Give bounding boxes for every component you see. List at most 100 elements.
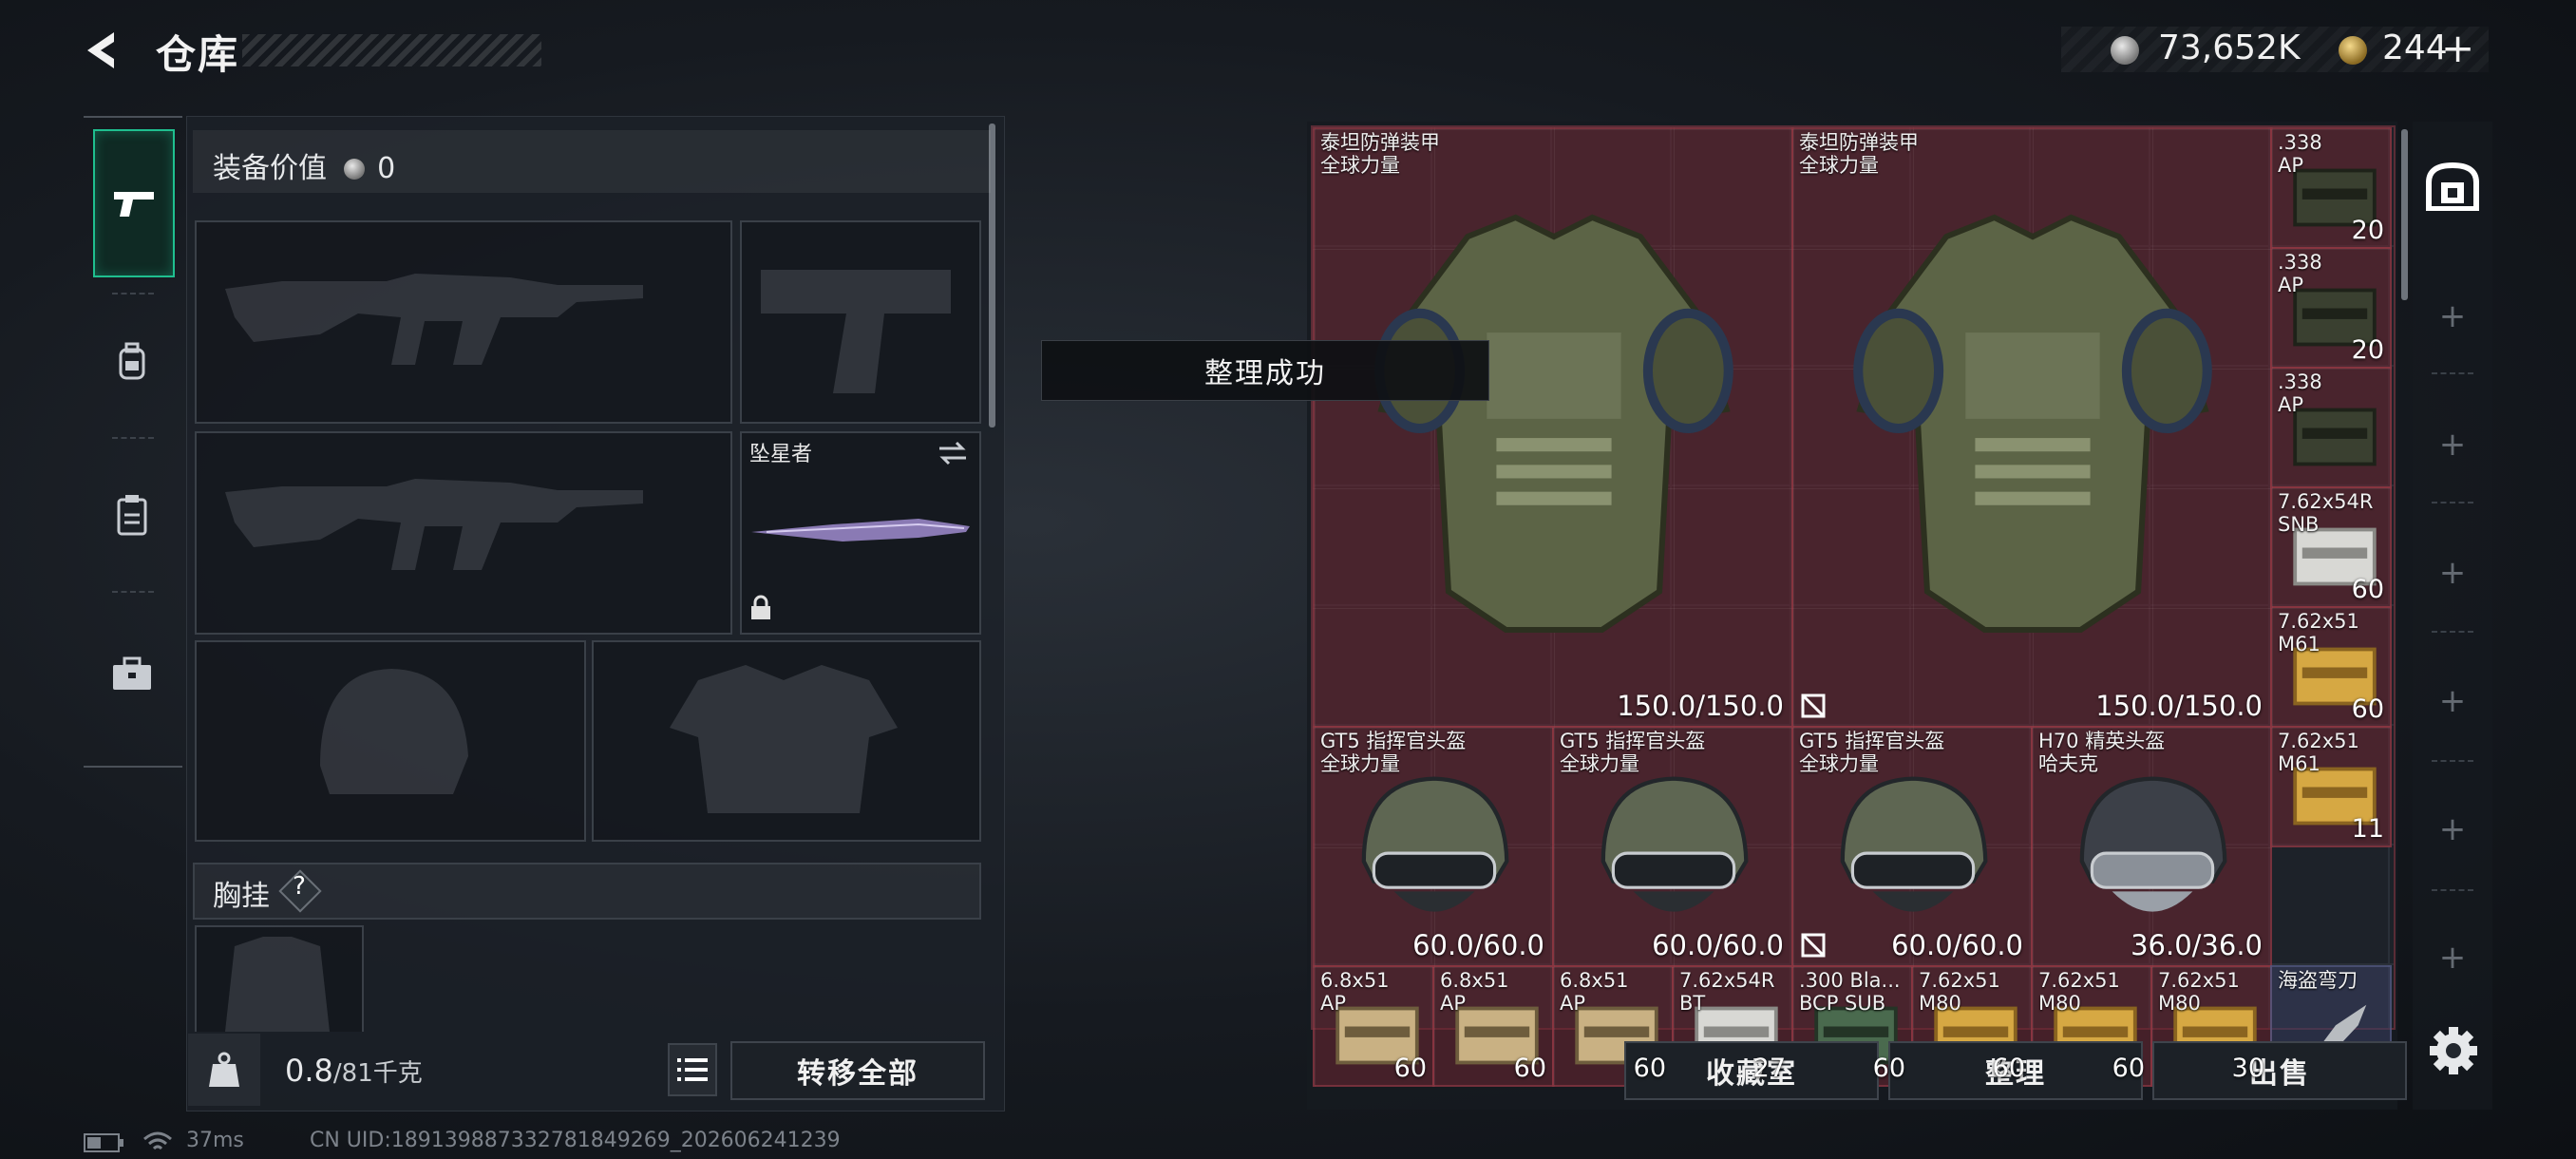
gold-currency-value: 244	[2382, 28, 2448, 67]
swap-icon[interactable]	[936, 439, 970, 467]
tab-backpack[interactable]	[93, 289, 171, 433]
rail-add-slot[interactable]: +	[2430, 297, 2475, 335]
helmet-icon	[1840, 776, 1988, 912]
body-armor-icon	[1853, 214, 2212, 634]
item-name: .338 AP	[2278, 131, 2322, 177]
item-name: H70 精英头盔 哈夫克	[2038, 730, 2166, 775]
knife-item-icon	[751, 519, 970, 542]
clipboard-icon	[117, 495, 147, 536]
sort-success-toast: 整理成功	[1041, 340, 1489, 401]
title-decoration	[242, 34, 541, 66]
rifle-silhouette-icon	[225, 479, 643, 570]
list-icon	[677, 1058, 708, 1081]
helmet-icon	[1601, 776, 1749, 912]
storage-item[interactable]: GT5 指挥官头盔 全球力量 60.0/60.0	[1791, 726, 2033, 967]
item-quantity: 27	[1752, 1054, 1786, 1083]
rail-add-slot[interactable]: +	[2430, 682, 2475, 720]
tab-chest-rig[interactable]	[93, 443, 171, 587]
sell-button[interactable]: 出售	[2152, 1041, 2407, 1100]
weight-icon	[209, 1052, 239, 1087]
item-quantity: 60	[2351, 575, 2384, 604]
storage-item[interactable]: 7.62x54R SNB 60	[2270, 486, 2392, 608]
storage-item[interactable]: GT5 指挥官头盔 全球力量 60.0/60.0	[1313, 726, 1554, 967]
storage-item[interactable]: 6.8x51 AP 60	[1552, 965, 1674, 1087]
primary-weapon-slot-2[interactable]	[195, 431, 732, 635]
storage-item[interactable]: 6.8x51 AP 60	[1432, 965, 1554, 1087]
wifi-icon	[143, 1131, 172, 1150]
rail-divider	[2432, 760, 2473, 762]
item-name: 7.62x54R SNB	[2278, 490, 2374, 536]
item-name: 7.62x51 M80	[2038, 969, 2120, 1015]
armor-silhouette-icon	[670, 665, 898, 813]
item-name: 6.8x51 AP	[1440, 969, 1509, 1015]
rail-add-slot[interactable]: +	[2430, 939, 2475, 977]
no-insurance-icon	[1801, 933, 1826, 958]
pistol-icon	[114, 192, 154, 217]
body-armor-slot[interactable]	[592, 640, 981, 842]
item-durability: 60.0/60.0	[1652, 929, 1784, 961]
gear-icon[interactable]	[2427, 1024, 2480, 1077]
no-insurance-icon	[1801, 694, 1826, 718]
item-quantity: 60	[1393, 1054, 1427, 1083]
item-name: .338 AP	[2278, 370, 2322, 416]
item-name: 6.8x51 AP	[1560, 969, 1629, 1015]
silver-coin-icon	[2111, 36, 2139, 65]
item-durability: 150.0/150.0	[2095, 690, 2263, 722]
weight-bag-button[interactable]	[188, 1034, 260, 1106]
item-durability: 60.0/60.0	[1891, 929, 2023, 961]
item-durability: 60.0/60.0	[1412, 929, 1544, 961]
chest-rig-label: 胸挂	[213, 880, 270, 913]
rail-add-slot[interactable]: +	[2430, 426, 2475, 464]
rail-divider	[2432, 372, 2473, 374]
storage-scrollbar[interactable]	[2401, 129, 2408, 300]
rail-add-slot[interactable]: +	[2430, 810, 2475, 848]
weight-current: 0.8	[285, 1053, 333, 1089]
item-name: 7.62x51 M61	[2278, 730, 2359, 775]
storage-item[interactable]: 7.62x51 M61 11	[2270, 726, 2392, 847]
item-quantity: 20	[2351, 335, 2384, 365]
safe-box-icon	[2426, 162, 2479, 211]
transfer-all-button[interactable]: 转移全部	[730, 1041, 985, 1100]
item-quantity: 60	[1992, 1054, 2025, 1083]
item-quantity: 60	[2351, 694, 2384, 724]
storage-item[interactable]: .338 AP 20	[2270, 127, 2392, 249]
item-name: .338 AP	[2278, 251, 2322, 296]
item-quantity: 20	[2351, 216, 2384, 245]
tab-weapons[interactable]	[93, 129, 175, 277]
pistol-silhouette-icon	[761, 270, 951, 393]
list-view-button[interactable]	[668, 1043, 717, 1096]
helmet-icon	[1361, 776, 1509, 912]
storage-item[interactable]: 6.8x51 AP 60	[1313, 965, 1434, 1087]
item-name: GT5 指挥官头盔 全球力量	[1560, 730, 1706, 775]
storage-item[interactable]: H70 精英头盔 哈夫克 36.0/36.0	[2031, 726, 2272, 967]
sidearm-slot[interactable]	[740, 220, 981, 424]
add-currency-button[interactable]: +	[2441, 25, 2474, 71]
helmet-slot[interactable]	[195, 640, 586, 842]
rail-safe-box[interactable]	[2418, 152, 2487, 220]
melee-slot[interactable]: 坠星者	[740, 431, 981, 635]
battery-icon	[84, 1133, 123, 1152]
tab-case[interactable]	[93, 602, 171, 747]
item-name: 7.62x51 M61	[2278, 610, 2359, 656]
weight-total: /81千克	[332, 1059, 423, 1088]
storage-item[interactable]: GT5 指挥官头盔 全球力量 60.0/60.0	[1552, 726, 1793, 967]
briefcase-icon	[113, 656, 151, 690]
storage-item[interactable]: .338 AP	[2270, 367, 2392, 488]
chest-rig-slot[interactable]	[195, 925, 364, 1032]
primary-weapon-slot-1[interactable]	[195, 220, 732, 424]
back-arrow-icon[interactable]	[78, 27, 125, 74]
equipment-value-amount: 0	[377, 152, 396, 185]
item-name: GT5 指挥官头盔 全球力量	[1799, 730, 1945, 775]
item-quantity: 60	[1872, 1054, 1905, 1083]
storage-grid: 泰坦防弹装甲 全球力量 150.0/150.0 泰坦防弹装甲 全球力量 150.0/15…	[1311, 125, 2396, 1087]
storage-item[interactable]: 泰坦防弹装甲 全球力量 150.0/150.0	[1313, 127, 1793, 728]
tab-divider	[112, 437, 154, 439]
item-name: .300 Bla... BCP SUB	[1799, 969, 1901, 1015]
storage-item[interactable]: 7.62x51 M61 60	[2270, 606, 2392, 728]
storage-item[interactable]: 泰坦防弹装甲 全球力量 150.0/150.0	[1791, 127, 2272, 728]
rail-add-slot[interactable]: +	[2430, 554, 2475, 592]
uid-text: CN UID:1891398873327818492​69_2026062412…	[310, 1129, 841, 1152]
item-quantity: 60	[2112, 1054, 2145, 1083]
storage-item[interactable]: .338 AP 20	[2270, 247, 2392, 369]
item-quantity: 60	[1633, 1054, 1666, 1083]
